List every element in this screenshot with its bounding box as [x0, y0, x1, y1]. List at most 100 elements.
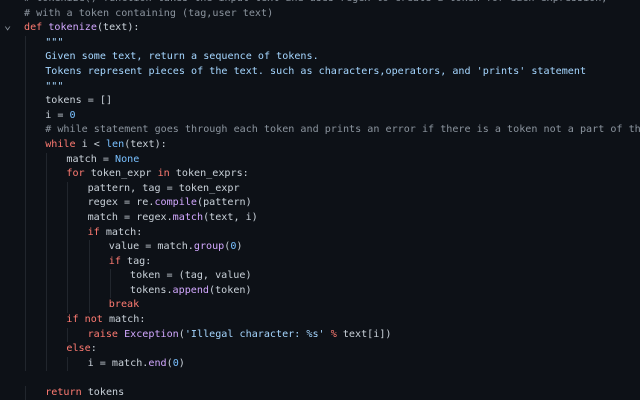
indent-guide: [67, 254, 69, 270]
indent-guide: [25, 254, 26, 270]
indent-guide: [46, 210, 48, 226]
code-token: (text, i): [203, 211, 258, 223]
indent-guide: [25, 386, 26, 400]
indent-guide: [25, 210, 26, 226]
code-text: if match:: [88, 226, 143, 241]
code-text: value = match.group(0): [109, 240, 243, 255]
code-token: if not: [66, 314, 109, 326]
indent-guide: [25, 342, 26, 357]
code-token: i <: [81, 138, 106, 150]
code-text: return tokens: [45, 386, 124, 400]
code-text: match = regex.match(text, i): [88, 211, 258, 226]
indent-guide: [46, 356, 48, 372]
code-token: i =: [45, 109, 70, 121]
code-text: Given some text, return a sequence of to…: [45, 50, 318, 65]
code-text: tokens = []: [45, 94, 112, 109]
code-text: match = None: [66, 153, 139, 168]
code-token: Given some text, return a sequence of to…: [45, 51, 319, 63]
indent-guide: [25, 94, 26, 109]
code-text: # while statement goes through each toke…: [45, 123, 640, 138]
code-token: append: [172, 284, 210, 296]
code-token: group: [193, 241, 225, 253]
code-token: pattern, tag = token_expr: [87, 182, 240, 194]
indent-guide: [25, 313, 26, 328]
indent-guide: [88, 254, 90, 270]
code-editor[interactable]: # tokenize() function takes the input te…: [0, 0, 640, 400]
code-token: ): [236, 241, 243, 253]
indent-guide: [46, 313, 48, 328]
indent-guide: [109, 283, 111, 299]
code-token: compile: [154, 197, 197, 209]
code-token: """: [45, 36, 64, 48]
indent-guide: [67, 269, 69, 284]
indent-guide: [46, 167, 48, 182]
code-token: match = regex.: [87, 211, 173, 223]
code-token: tag:: [127, 255, 152, 267]
code-text: i = 0: [45, 109, 75, 124]
code-text: if tag:: [109, 255, 152, 270]
code-token: 'Illegal character: %s': [184, 328, 325, 340]
indent-guide: [46, 225, 48, 241]
code-token: i = match.: [87, 357, 149, 369]
code-token: while: [45, 138, 82, 150]
code-token: else: [66, 343, 91, 355]
indent-guide: [25, 79, 26, 95]
indent-guide: [25, 167, 26, 182]
code-token: text[i]): [336, 328, 392, 340]
code-text: def tokenize(text):: [24, 21, 139, 36]
code-text: i = match.end(0): [88, 357, 185, 372]
indent-guide: [67, 356, 69, 372]
code-text: raise Exception('Illegal character: %s' …: [88, 328, 392, 343]
indent-guide: [88, 240, 90, 255]
code-token: tokens.: [130, 284, 173, 296]
code-token: tokens = []: [45, 95, 113, 107]
indent-guide: [25, 152, 26, 168]
code-token: :: [90, 343, 97, 355]
code-token: raise: [87, 328, 125, 340]
indent-guide: [46, 152, 48, 168]
indent-guide: [67, 196, 69, 211]
code-token: tokenize: [48, 22, 97, 34]
code-text: """: [45, 80, 63, 95]
indent-guide: [46, 196, 48, 211]
code-token: (text):: [124, 138, 167, 150]
indent-guide: [25, 225, 26, 241]
code-text: regex = re.compile(pattern): [88, 196, 252, 211]
indent-guide: [67, 210, 69, 226]
code-text: while i < len(text):: [45, 138, 167, 153]
indent-guide: [46, 283, 48, 299]
code-token: def: [24, 22, 49, 34]
code-token: token_exprs:: [175, 168, 249, 180]
code-text: tokens.append(token): [130, 284, 252, 299]
code-token: match: [172, 211, 204, 223]
indent-guide: [46, 327, 48, 343]
code-token: Tokens represent pieces of the text. suc…: [45, 65, 587, 77]
code-token: for: [66, 168, 91, 180]
indent-guide: [25, 35, 26, 51]
code-token: ): [178, 357, 185, 369]
code-token: """: [45, 80, 64, 92]
indent-guide: [25, 123, 26, 138]
code-text: token = (tag, value): [130, 269, 252, 284]
code-token: regex = re.: [87, 197, 155, 209]
indent-guide: [67, 298, 69, 314]
code-token: token_expr: [90, 168, 158, 180]
code-text: for token_expr in token_exprs:: [66, 167, 248, 182]
code-text: # with a token containing (tag,user text…: [24, 7, 273, 22]
code-token: Exception: [124, 328, 179, 340]
indent-guide: [67, 181, 69, 197]
code-token: if: [108, 255, 128, 267]
code-text: break: [109, 298, 139, 313]
indent-guide: [88, 269, 90, 284]
indent-guide: [46, 342, 48, 357]
code-token: end: [148, 357, 167, 369]
indent-guide: [25, 108, 26, 124]
code-text: Tokens represent pieces of the text. suc…: [45, 65, 586, 80]
code-token: match:: [105, 226, 143, 238]
code-token: (text):: [96, 22, 140, 34]
chevron-down-icon[interactable]: ⌄: [4, 18, 16, 33]
indent-guide: [46, 254, 48, 270]
code-text: # tokenize() function takes the input te…: [24, 0, 607, 7]
indent-guide: [25, 240, 26, 255]
indent-guide: [109, 269, 111, 284]
